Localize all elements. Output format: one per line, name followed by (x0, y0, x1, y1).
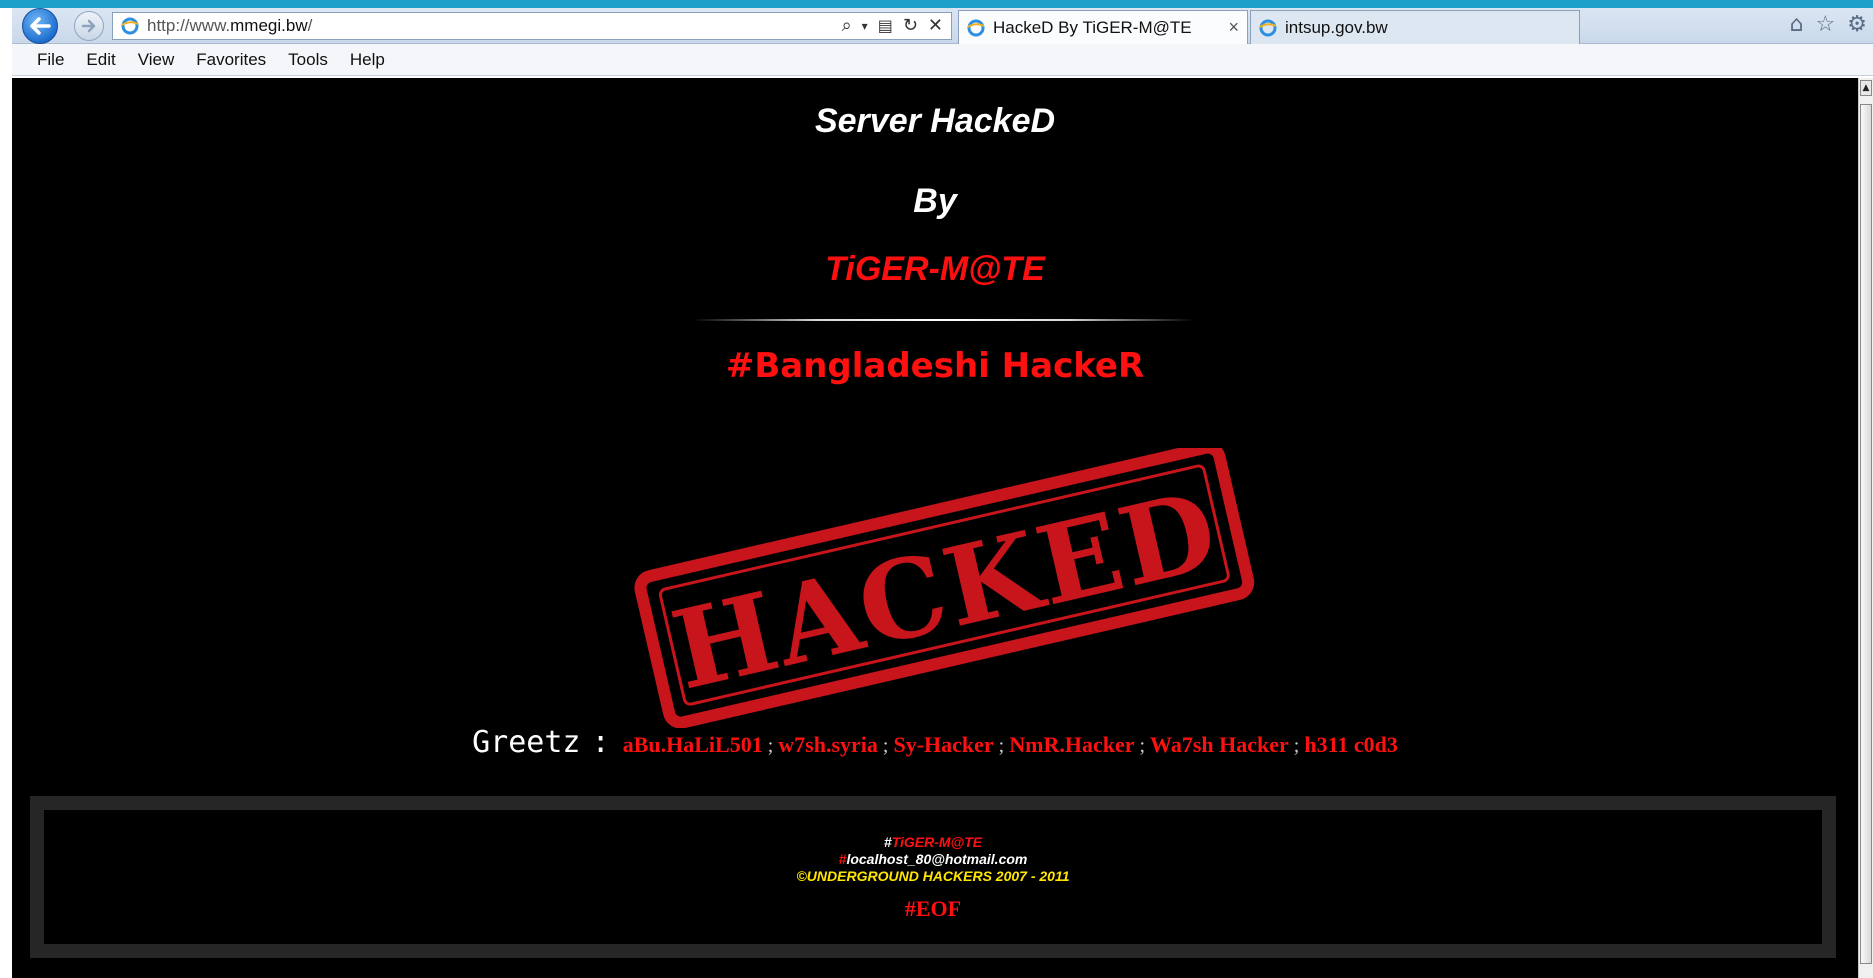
footer-box: #TiGER-M@TE #localhost_80@hotmail.com ©U… (30, 796, 1836, 958)
headline-by: By (913, 182, 957, 220)
greetz-name: h311 c0d3 (1304, 732, 1398, 757)
footer-name-line: #TiGER-M@TE (883, 834, 983, 850)
menu-bar: File Edit View Favorites Tools Help (12, 44, 1873, 76)
browser-toolbar: http://www.mmegi.bw/ ⌕ ▾ ▤ ↻ ✕ HackeD By… (12, 8, 1873, 44)
greetz-name: Wa7sh Hacker (1150, 732, 1289, 757)
ie-tab-icon (1257, 17, 1279, 39)
greetz-name: aBu.HaLiL501 (622, 732, 763, 757)
headline-server-hacked: Server HackeD (814, 102, 1056, 140)
divider-line (692, 319, 1194, 321)
footer-email-line: #localhost_80@hotmail.com (838, 851, 1028, 867)
greetz-label: Greetz (472, 725, 581, 760)
tab-label: HackeD By TiGER-M@TE (993, 17, 1192, 37)
tab-label: intsup.gov.bw (1285, 17, 1388, 37)
close-tab-icon[interactable]: × (1228, 17, 1239, 38)
greetz-name: NmR.Hacker (1009, 732, 1135, 757)
tab-intsup[interactable]: intsup.gov.bw (1250, 10, 1580, 44)
headline-hacker-name: TiGER-M@TE (825, 250, 1045, 288)
scroll-thumb[interactable] (1860, 104, 1872, 964)
greetz-separator: ; (998, 735, 1005, 757)
forward-button[interactable] (74, 11, 104, 41)
back-button[interactable] (22, 8, 58, 44)
address-bar[interactable]: http://www.mmegi.bw/ ⌕ ▾ ▤ ↻ ✕ (112, 12, 952, 40)
greetz-line: Greetz : aBu.HaLiL501; w7sh.syria; Sy-Hack… (12, 725, 1858, 760)
page-content: Server HackeD By TiGER-M@TE #Bangladeshi… (12, 78, 1858, 978)
greetz-separator: ; (1139, 735, 1146, 757)
menu-edit[interactable]: Edit (75, 50, 126, 70)
ie-page-icon (119, 15, 141, 37)
menu-favorites[interactable]: Favorites (185, 50, 277, 70)
scroll-up-arrow-icon[interactable]: ▲ (1860, 80, 1872, 96)
greetz-name: w7sh.syria (778, 732, 878, 757)
refresh-icon[interactable]: ↻ (903, 15, 918, 36)
menu-tools[interactable]: Tools (277, 50, 339, 70)
menu-file[interactable]: File (26, 50, 75, 70)
greetz-name: Sy-Hacker (893, 732, 994, 757)
ie-tab-icon (965, 17, 987, 39)
compatibility-view-icon[interactable]: ▤ (878, 16, 893, 35)
stop-icon[interactable]: ✕ (928, 15, 943, 36)
vertical-scrollbar[interactable]: ▲ (1858, 78, 1873, 978)
menu-help[interactable]: Help (339, 50, 396, 70)
window-top-strip (0, 0, 1873, 8)
back-arrow-icon (29, 17, 51, 35)
search-icon[interactable]: ⌕ (842, 15, 852, 36)
hacked-stamp: HACKED (620, 441, 1270, 729)
greetz-separator: ; (882, 735, 889, 757)
greetz-separator: ; (1293, 735, 1300, 757)
greetz-colon: : (591, 725, 610, 760)
url-text: http://www.mmegi.bw/ (147, 16, 313, 35)
footer-copyright: ©UNDERGROUND HACKERS 2007 - 2011 (796, 868, 1070, 884)
dropdown-icon[interactable]: ▾ (862, 19, 868, 33)
home-icon[interactable]: ⌂ (1790, 12, 1804, 37)
favorites-star-icon[interactable]: ☆ (1816, 12, 1836, 37)
gear-icon[interactable]: ⚙ (1847, 12, 1867, 37)
footer-eof: #EOF (904, 896, 962, 921)
greetz-separator: ; (767, 735, 774, 757)
subtitle: #Bangladeshi HackeR (725, 346, 1145, 386)
tab-hacked[interactable]: HackeD By TiGER-M@TE × (958, 10, 1248, 44)
menu-view[interactable]: View (127, 50, 186, 70)
forward-arrow-icon (81, 19, 97, 33)
